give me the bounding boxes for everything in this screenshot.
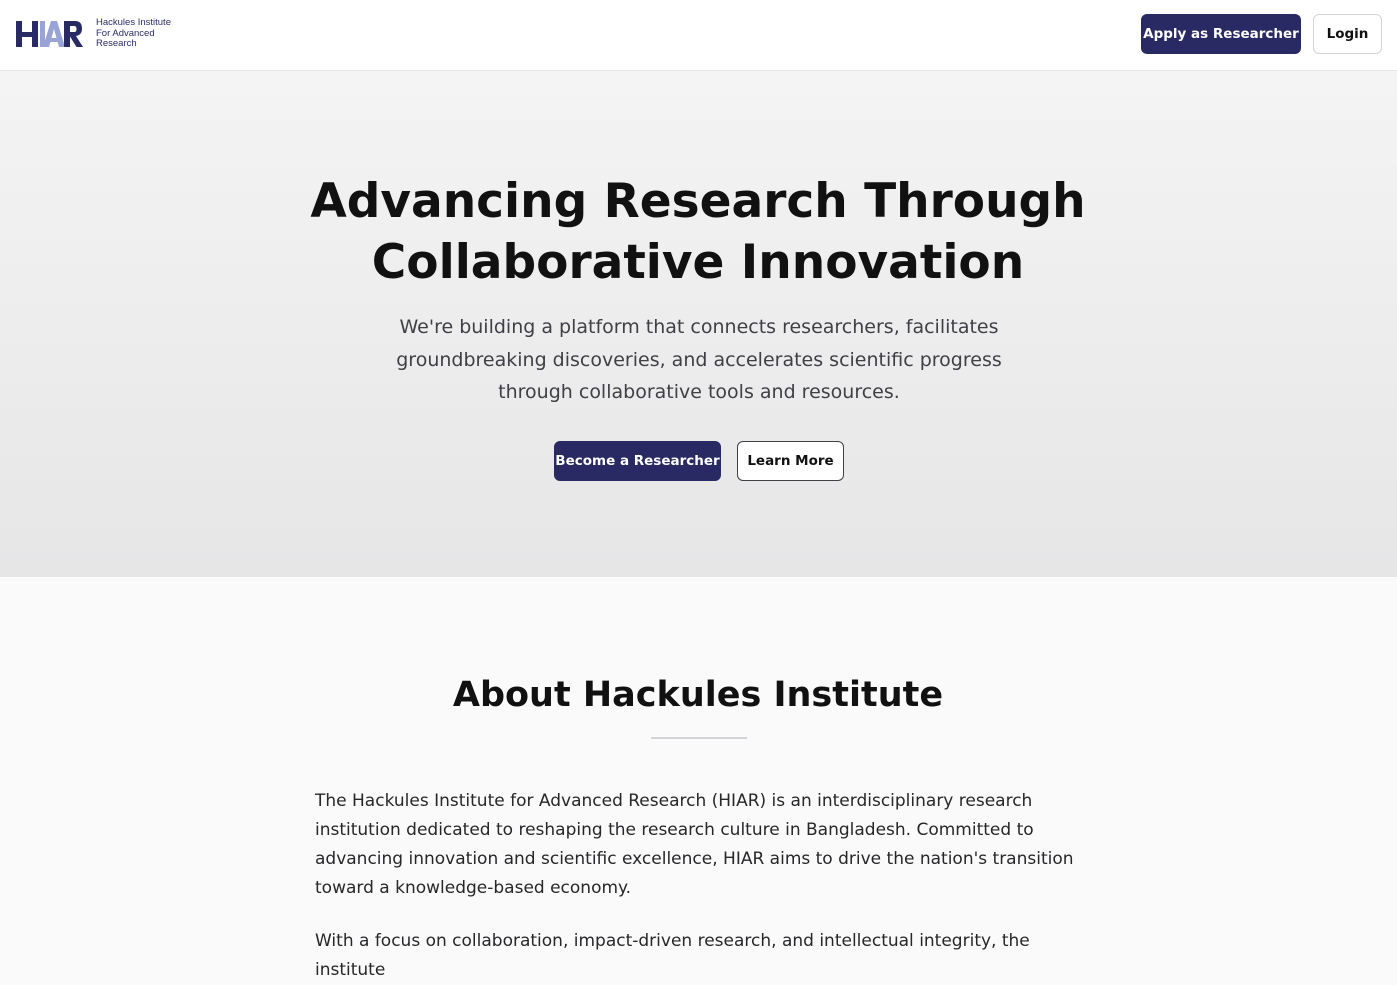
hero-title: Advancing Research Through Collaborative… — [310, 174, 1086, 290]
about-paragraph: With a focus on collaboration, impact-dr… — [315, 931, 1030, 980]
hero-subtitle: We're building a platform that connects … — [396, 316, 1002, 403]
hero-section: Advancing Research Through Collaborative… — [0, 71, 1397, 577]
site-header: Hackules Institute For Advanced Research… — [0, 0, 1397, 71]
logo-text: Hackules Institute For Advanced Research — [96, 18, 171, 50]
about-paragraph: The Hackules Institute for Advanced Rese… — [315, 791, 1074, 898]
logo[interactable]: Hackules Institute For Advanced Research — [16, 18, 171, 50]
logo-line-3: Research — [96, 38, 137, 50]
about-title: About Hackules Institute — [452, 675, 944, 715]
login-button[interactable]: Login — [1313, 14, 1382, 54]
learn-more-button[interactable]: Learn More — [737, 441, 844, 481]
about-divider — [651, 737, 747, 739]
become-researcher-button[interactable]: Become a Researcher — [554, 441, 721, 481]
apply-as-researcher-button[interactable]: Apply as Researcher — [1141, 14, 1301, 54]
hiar-logo-mark — [16, 21, 83, 47]
